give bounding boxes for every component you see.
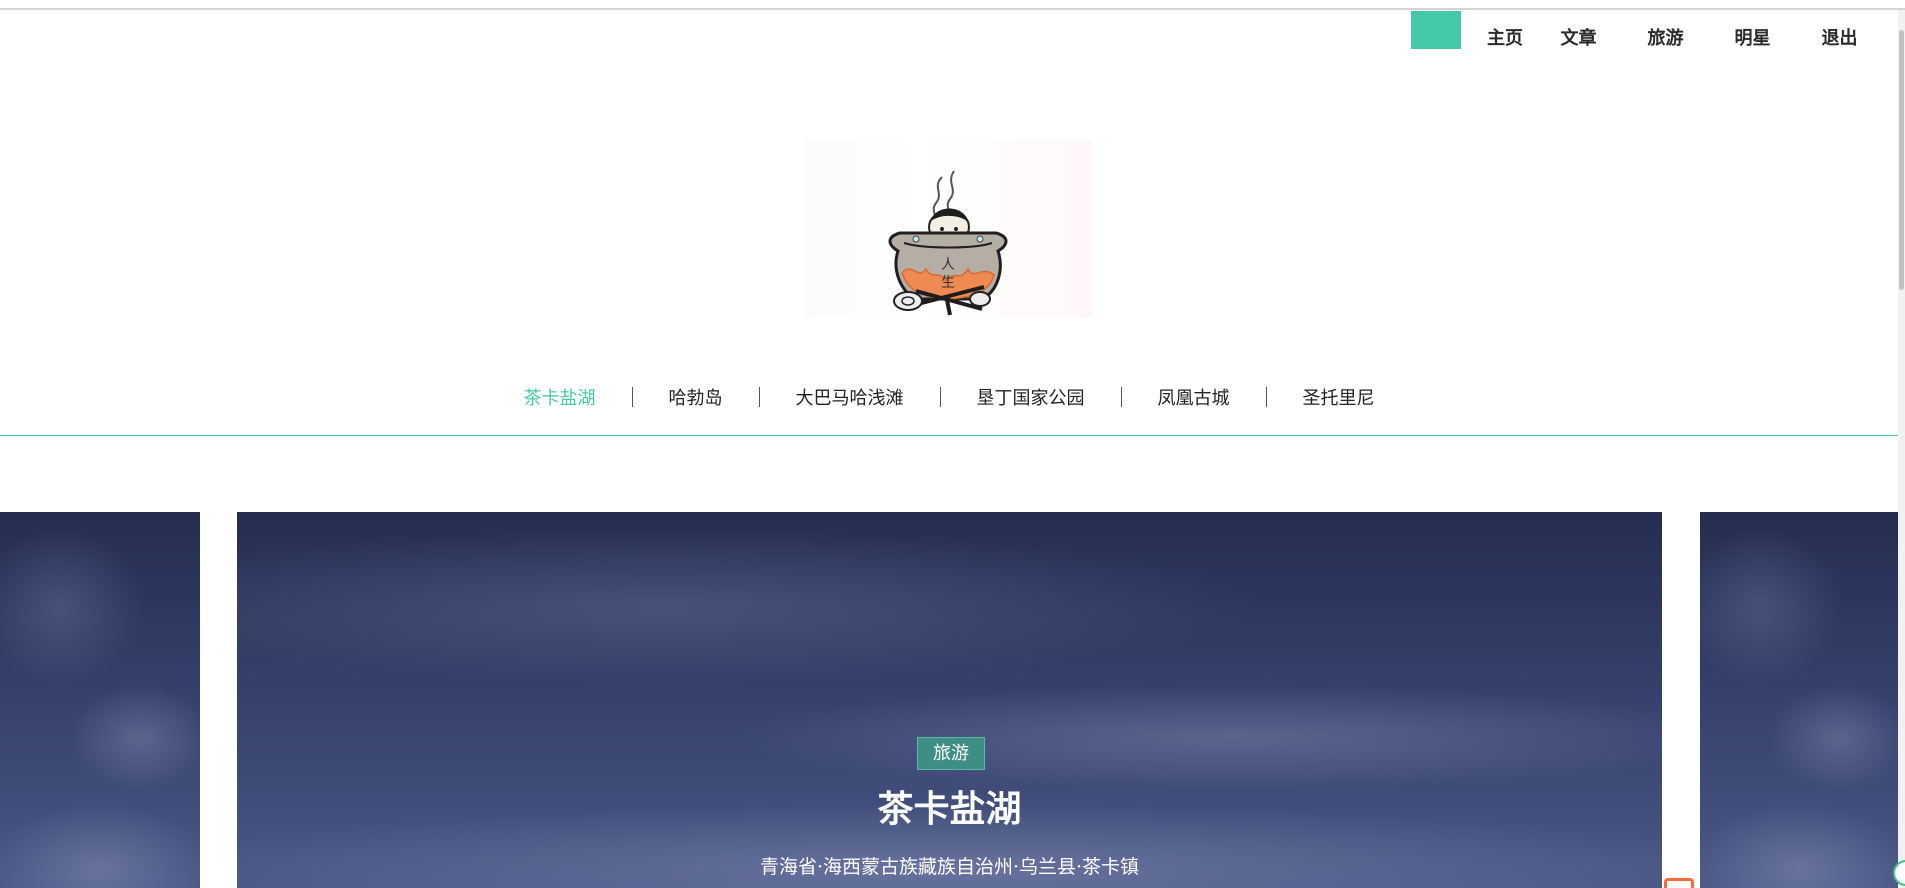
scrollbar-thumb[interactable]: [1899, 30, 1904, 290]
nav-link-travel[interactable]: 旅游: [1622, 11, 1709, 49]
category-tab-great-bahama-bank[interactable]: 大巴马哈浅滩: [760, 384, 940, 410]
nav-accent-block: [1411, 11, 1461, 49]
category-tab-fenghuang-ancient-town[interactable]: 凤凰古城: [1122, 384, 1266, 410]
page: 主页 文章 旅游 明星 退出 人 生 茶卡盐湖 哈勃岛 大巴马哈浅滩 垦丁国家公…: [0, 0, 1905, 888]
cauldron-logo-icon: 人 生: [888, 170, 1008, 316]
carousel-slide-previous[interactable]: [0, 512, 200, 888]
page-scrollbar[interactable]: [1898, 10, 1905, 888]
slide-category-badge[interactable]: 旅游: [917, 737, 985, 770]
nav-link-articles[interactable]: 文章: [1535, 11, 1622, 49]
svg-text:人: 人: [941, 257, 955, 273]
top-nav: 主页 文章 旅游 明星 退出: [1411, 11, 1883, 49]
slide-title: 茶卡盐湖: [877, 788, 1022, 830]
nav-link-logout[interactable]: 退出: [1796, 11, 1883, 49]
carousel-slide-next[interactable]: [1700, 512, 1898, 888]
top-divider: [0, 8, 1905, 10]
nav-link-stars[interactable]: 明星: [1709, 11, 1796, 49]
category-nav: 茶卡盐湖 哈勃岛 大巴马哈浅滩 垦丁国家公园 凤凰古城 圣托里尼: [0, 384, 1898, 410]
category-tab-kenting-national-park[interactable]: 垦丁国家公园: [941, 384, 1121, 410]
category-tab-chaka-salt-lake[interactable]: 茶卡盐湖: [488, 384, 632, 410]
slide-location: 青海省·海西蒙古族藏族自治州·乌兰县·茶卡镇: [759, 856, 1140, 878]
svg-text:生: 生: [941, 275, 955, 291]
category-tab-harbour-island[interactable]: 哈勃岛: [633, 384, 759, 410]
nav-link-home[interactable]: 主页: [1475, 11, 1535, 49]
category-nav-underline: [0, 435, 1898, 436]
site-logo[interactable]: 人 生: [804, 141, 1092, 318]
category-tab-santorini[interactable]: 圣托里尼: [1267, 384, 1411, 410]
carousel-slide-active[interactable]: 旅游 茶卡盐湖 青海省·海西蒙古族藏族自治州·乌兰县·茶卡镇: [237, 512, 1662, 888]
floating-widget-icon[interactable]: [1664, 878, 1694, 888]
